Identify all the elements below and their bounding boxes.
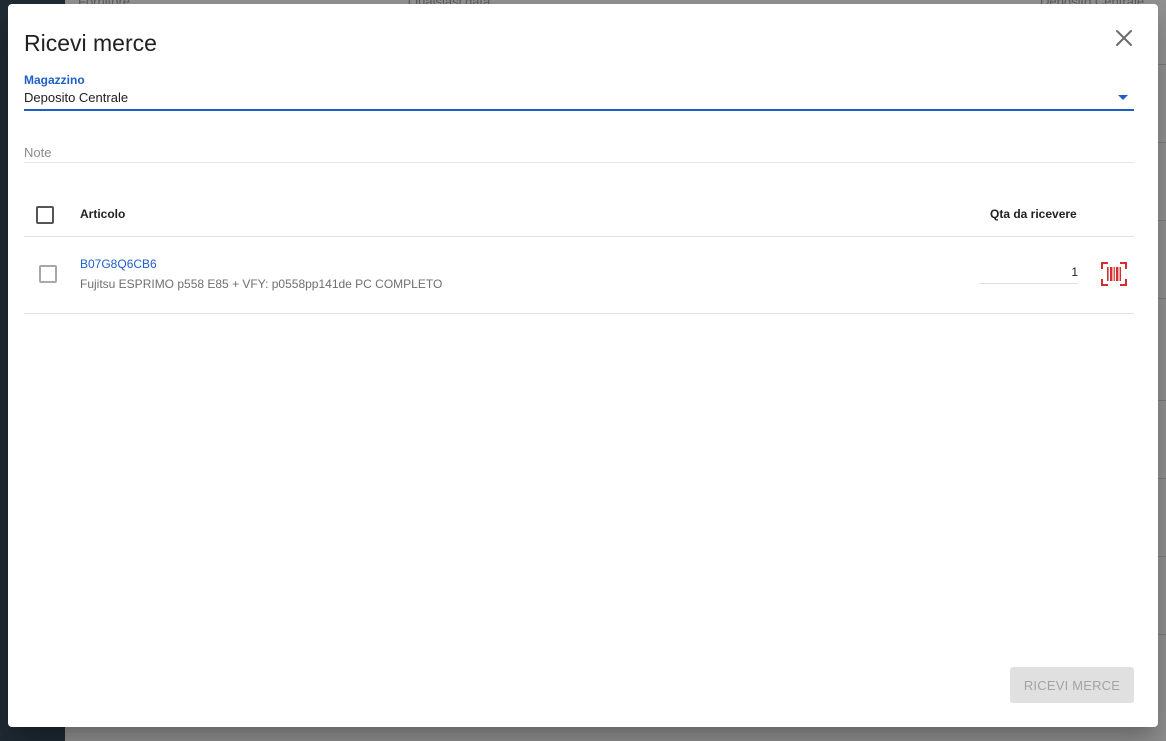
row-divider (24, 313, 1134, 314)
dialog-title: Ricevi merce (24, 30, 157, 56)
warehouse-label: Magazzino (24, 73, 85, 87)
article-sku-link[interactable]: B07G8Q6CB6 (80, 257, 157, 271)
background-divider (1158, 298, 1166, 299)
article-description: Fujitsu ESPRIMO p558 E85 + VFY: p0558pp1… (80, 277, 443, 291)
dropdown-arrow-icon[interactable] (1118, 95, 1128, 100)
barcode-scan-button[interactable] (1101, 262, 1127, 286)
receive-goods-dialog: Ricevi merce Magazzino Deposito Centrale… (8, 4, 1158, 727)
warehouse-underline (24, 109, 1134, 111)
qty-underline (979, 283, 1078, 284)
background-divider (1158, 556, 1166, 557)
note-input[interactable] (24, 141, 1134, 163)
select-all-checkbox[interactable] (36, 206, 54, 224)
warehouse-value[interactable]: Deposito Centrale (24, 90, 128, 105)
receive-goods-button[interactable]: RICEVI MERCE (1010, 667, 1134, 703)
background-divider (1158, 64, 1166, 65)
header-divider (24, 236, 1134, 237)
row-checkbox[interactable] (39, 265, 57, 283)
background-divider (1158, 634, 1166, 635)
barcode-scan-icon (1101, 262, 1127, 286)
qty-to-receive-input[interactable] (979, 261, 1078, 283)
close-button[interactable] (1112, 26, 1136, 50)
note-underline (24, 162, 1134, 163)
column-header-article: Articolo (80, 207, 126, 221)
background-divider (1158, 220, 1166, 221)
column-header-qty: Qta da ricevere (990, 207, 1077, 221)
background-divider (1158, 478, 1166, 479)
background-divider (1158, 142, 1166, 143)
background-divider (1158, 400, 1166, 401)
close-icon (1116, 30, 1132, 46)
